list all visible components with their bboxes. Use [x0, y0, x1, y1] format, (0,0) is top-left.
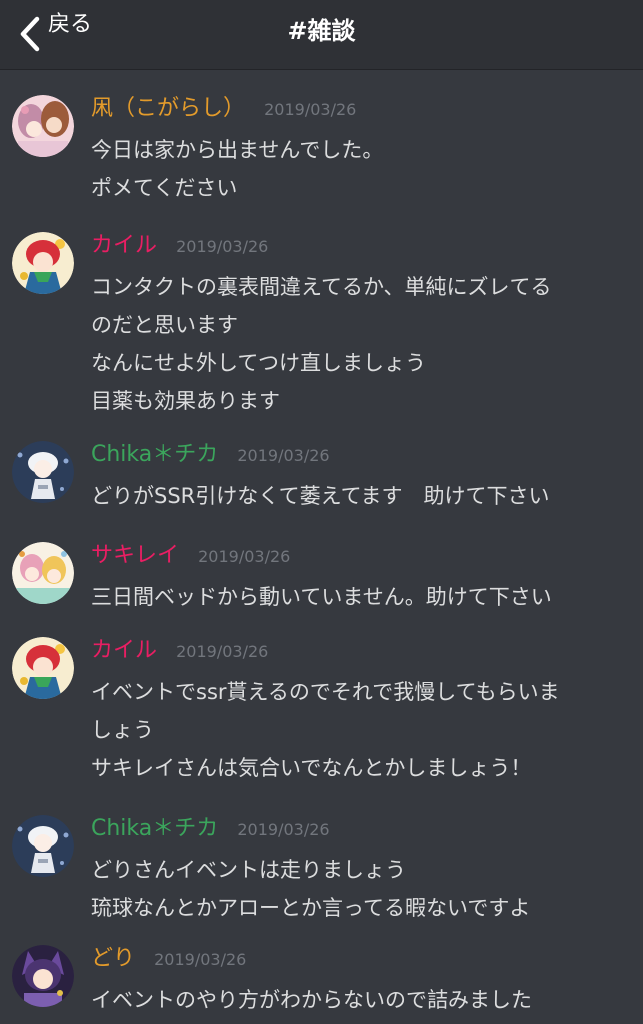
- message-line: イベントでssr貰えるのでそれで我慢してもらいま: [91, 680, 560, 704]
- message-line: どりさんイベントは走りましょう: [91, 858, 406, 882]
- timestamp: 2019/03/26: [176, 642, 269, 661]
- message-line: サキレイさんは気合いでなんとかしましょう！: [91, 756, 532, 780]
- chat-screen: 戻る #雑談 凩（こがらし） 2019/03/26 今日は家から出ませんでした。…: [0, 0, 643, 1024]
- author-name[interactable]: サキレイ: [91, 543, 179, 568]
- message-line: コンタクトの裏表間違えてるか、単純にズレてる: [91, 275, 552, 299]
- red-haired-character-avatar-icon[interactable]: [12, 637, 74, 699]
- message-text: どりさんイベントは走りましょう 琉球なんとかアローとか言ってる暇ないですよ: [91, 851, 631, 927]
- red-haired-character-avatar-icon[interactable]: [12, 232, 74, 294]
- message-text: イベントでssr貰えるのでそれで我慢してもらいま しょう サキレイさんは気合いで…: [91, 673, 631, 787]
- message-text: 三日間ベッドから動いていません。助けて下さい: [91, 578, 631, 616]
- white-haired-character-avatar-icon[interactable]: [12, 441, 74, 503]
- message-line: 琉球なんとかアローとか言ってる暇ないですよ: [91, 896, 531, 920]
- author-name[interactable]: Chika＊チカ: [91, 816, 218, 841]
- message-text: どりがSSR引けなくて萎えてます 助けて下さい: [91, 477, 631, 515]
- timestamp: 2019/03/26: [237, 446, 330, 465]
- channel-header: 戻る #雑談: [0, 0, 643, 70]
- timestamp: 2019/03/26: [264, 100, 357, 119]
- message-text: コンタクトの裏表間違えてるか、単純にズレてる のだと思います なんにせよ外してつ…: [91, 268, 631, 420]
- message-header: Chika＊チカ 2019/03/26: [91, 815, 330, 844]
- timestamp: 2019/03/26: [237, 820, 330, 839]
- timestamp: 2019/03/26: [198, 547, 291, 566]
- message-header: どり 2019/03/26: [91, 945, 246, 974]
- message-header: カイル 2019/03/26: [91, 232, 268, 261]
- message-header: 凩（こがらし） 2019/03/26: [91, 95, 356, 124]
- message-header: カイル 2019/03/26: [91, 637, 268, 666]
- author-name[interactable]: カイル: [91, 638, 157, 663]
- message-line: イベントのやり方がわからないので詰みました: [91, 988, 532, 1012]
- message-line: 目薬も効果あります: [91, 389, 280, 413]
- timestamp: 2019/03/26: [176, 237, 269, 256]
- author-name[interactable]: どり: [91, 946, 135, 971]
- author-name[interactable]: カイル: [91, 233, 157, 258]
- message-line: 三日間ベッドから動いていません。助けて下さい: [91, 585, 552, 609]
- message-header: サキレイ 2019/03/26: [91, 542, 290, 571]
- message-line: どりがSSR引けなくて萎えてます 助けて下さい: [91, 484, 550, 508]
- channel-title: #雑談: [287, 17, 356, 45]
- anime-girl-avatar-icon[interactable]: [12, 95, 74, 157]
- author-name[interactable]: 凩（こがらし）: [91, 96, 245, 121]
- timestamp: 2019/03/26: [154, 950, 247, 969]
- message-text: イベントのやり方がわからないので詰みました: [91, 981, 631, 1019]
- message-text: 今日は家から出ませんでした。 ポメてください: [91, 131, 631, 207]
- pastel-characters-avatar-icon[interactable]: [12, 542, 74, 604]
- message-line: 今日は家から出ませんでした。: [91, 138, 384, 162]
- message-list[interactable]: 凩（こがらし） 2019/03/26 今日は家から出ませんでした。 ポメてくださ…: [0, 70, 643, 1024]
- message-line: のだと思います: [91, 313, 238, 337]
- message-line: ポメてください: [91, 176, 238, 200]
- purple-hooded-character-avatar-icon[interactable]: [12, 945, 74, 1007]
- message-header: Chika＊チカ 2019/03/26: [91, 441, 330, 470]
- message-line: しょう: [91, 718, 154, 742]
- white-haired-character-avatar-icon[interactable]: [12, 815, 74, 877]
- author-name[interactable]: Chika＊チカ: [91, 442, 218, 467]
- message-line: なんにせよ外してつけ直しましょう: [91, 351, 426, 375]
